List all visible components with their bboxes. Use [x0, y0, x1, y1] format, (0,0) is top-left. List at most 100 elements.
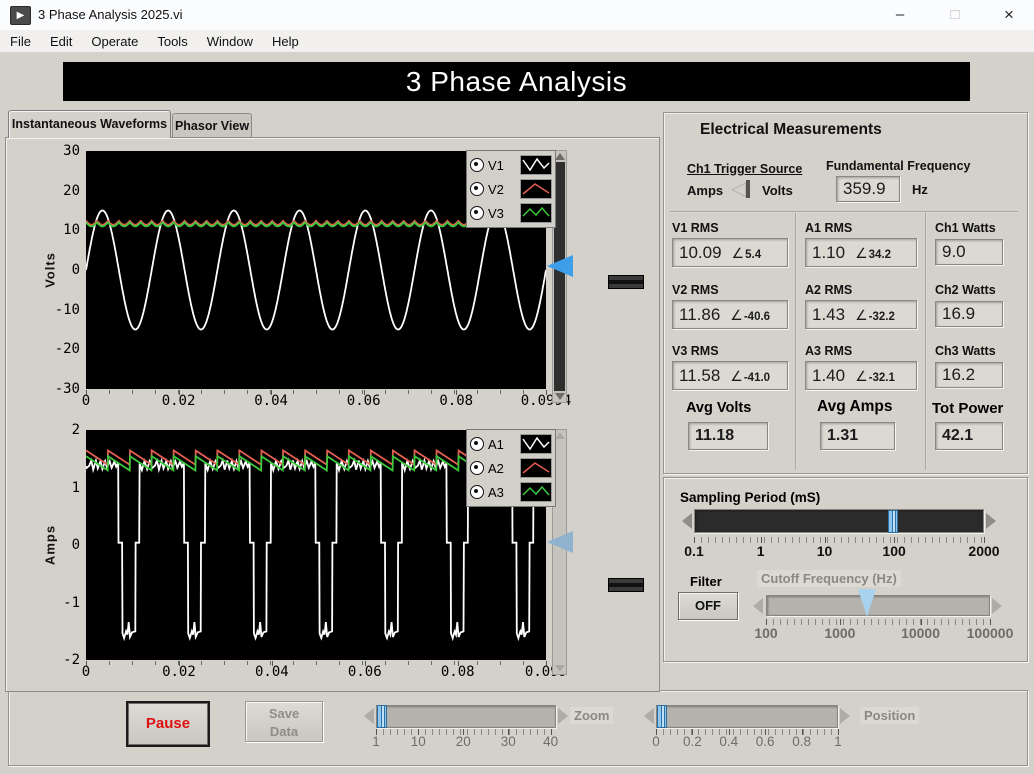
slider-tick-label: 100000	[966, 625, 1014, 641]
x-tick: 0.06	[347, 664, 382, 680]
menu-tools[interactable]: Tools	[157, 34, 187, 49]
slider-tick-label: 1	[834, 734, 842, 749]
slider-tick-label: 1000	[824, 625, 856, 641]
x-tick: 0.08	[439, 393, 474, 409]
y-tick: -2	[63, 652, 80, 668]
a3-rms-angle: ∠-32.1	[855, 368, 895, 384]
y-tick: -10	[54, 301, 80, 318]
cutoff-frequency-slider[interactable]	[766, 595, 990, 616]
v3-visibility-radio[interactable]	[470, 206, 484, 220]
angle-icon: ∠	[730, 307, 743, 323]
application-window: ▶ 3 Phase Analysis 2025.vi – □ × File Ed…	[0, 0, 1034, 774]
avg-volts-label: Avg Volts	[686, 400, 752, 416]
trigger-source-option-amps[interactable]: Amps	[687, 183, 723, 198]
legend-row-v3: V3	[470, 201, 552, 225]
menu-help[interactable]: Help	[272, 34, 299, 49]
slider-right-arrow-icon[interactable]	[558, 708, 568, 724]
window-title: 3 Phase Analysis 2025.vi	[38, 7, 183, 22]
a3-line-style-swatch[interactable]	[520, 482, 552, 502]
zoom-tick-labels: 1 10 20 30 40	[372, 734, 558, 750]
tab-instantaneous-waveforms[interactable]: Instantaneous Waveforms	[8, 110, 171, 138]
cutoff-frequency-pointer[interactable]	[857, 589, 876, 617]
y-tick: -20	[54, 341, 80, 358]
slider-tick-label: 2000	[968, 543, 1000, 559]
maximize-button[interactable]: □	[932, 0, 978, 30]
tab-phasor-view[interactable]: Phasor View	[172, 113, 252, 138]
slider-right-arrow-icon[interactable]	[986, 513, 996, 529]
v-trigger-level-cursor[interactable]	[547, 255, 573, 278]
pause-button[interactable]: Pause	[128, 703, 208, 745]
a2-rms-label: A2 RMS	[805, 283, 853, 297]
v2-visibility-radio[interactable]	[470, 182, 484, 196]
v1-rms-angle: ∠5.4	[731, 245, 762, 261]
x-tick: 0	[81, 664, 91, 680]
ch1-trigger-source-label: Ch1 Trigger Source	[687, 162, 803, 176]
menu-file[interactable]: File	[10, 34, 31, 49]
position-slider[interactable]	[656, 705, 838, 728]
switch-handle[interactable]	[746, 180, 751, 198]
close-button[interactable]: ×	[986, 0, 1032, 30]
filter-label: Filter	[690, 574, 722, 589]
slider-left-arrow-icon[interactable]	[364, 708, 374, 724]
a2-rms-magnitude: 1.43	[812, 304, 846, 324]
slider-tick-label: 20	[455, 734, 471, 749]
slider-left-arrow-icon[interactable]	[644, 708, 654, 724]
a2-line-style-swatch[interactable]	[520, 458, 552, 478]
zoom-slider-thumb[interactable]	[377, 705, 387, 728]
legend-row-a3: A3	[470, 480, 552, 504]
avg-amps-value: 1.31	[820, 422, 895, 450]
i-trigger-level-cursor[interactable]	[547, 531, 573, 554]
filter-off-button[interactable]: OFF	[678, 592, 738, 620]
measurements-title: Electrical Measurements	[700, 121, 882, 138]
scroll-down-icon[interactable]	[555, 393, 565, 400]
voltage-x-ticks: 0 0.02 0.04 0.06 0.08 0.0994	[82, 393, 572, 409]
zoom-slider[interactable]	[376, 705, 556, 728]
x-tick: 0.08	[440, 664, 475, 680]
angle-icon: ∠	[855, 307, 868, 323]
current-range-slider-thumb[interactable]	[608, 577, 644, 592]
slider-right-arrow-icon[interactable]	[992, 598, 1002, 614]
v1-line-style-swatch[interactable]	[520, 155, 552, 175]
v1-visibility-radio[interactable]	[470, 158, 484, 172]
scroll-up-icon[interactable]	[555, 432, 565, 439]
a1-line-style-swatch[interactable]	[520, 434, 552, 454]
slider-tick-label: 0.4	[719, 734, 739, 749]
a3-rms-value: 1.40 ∠-32.1	[805, 361, 917, 390]
slider-left-arrow-icon[interactable]	[753, 598, 763, 614]
voltage-legend: V1 V2 V3	[466, 150, 556, 228]
scroll-up-icon[interactable]	[555, 153, 565, 160]
save-data-button[interactable]: Save Data	[245, 701, 323, 742]
tot-power-value: 42.1	[935, 422, 1003, 450]
minimize-button[interactable]: –	[877, 0, 923, 30]
position-tick-labels: 0 0.2 0.4 0.6 0.8 1	[652, 734, 842, 750]
angle-icon: ∠	[730, 368, 743, 384]
v1-rms-value: 10.09 ∠5.4	[672, 238, 788, 267]
voltage-y-ticks: 30 20 10 0 -10 -20 -30	[38, 143, 82, 397]
slider-left-arrow-icon[interactable]	[682, 513, 692, 529]
menu-operate[interactable]: Operate	[91, 34, 138, 49]
sampling-period-slider[interactable]	[694, 509, 984, 533]
x-tick: 0	[81, 393, 91, 409]
trigger-source-switch[interactable]: ◁	[731, 179, 751, 200]
sampling-period-slider-thumb[interactable]	[887, 510, 898, 533]
legend-row-v2: V2	[470, 177, 552, 201]
sampling-tick-labels: 0.1 1 10 100 2000	[684, 543, 999, 559]
ch2-watts-value: 16.9	[935, 301, 1003, 327]
a1-visibility-radio[interactable]	[470, 437, 484, 451]
slider-tick-label: 10000	[901, 625, 941, 641]
current-legend: A1 A2 A3	[466, 429, 556, 507]
position-slider-thumb[interactable]	[657, 705, 667, 728]
y-tick: 10	[63, 222, 80, 239]
voltage-range-slider-thumb[interactable]	[608, 275, 644, 289]
a3-rms-label: A3 RMS	[805, 344, 853, 358]
a2-visibility-radio[interactable]	[470, 461, 484, 475]
trigger-source-option-volts[interactable]: Volts	[762, 183, 793, 198]
x-tick: 0.02	[162, 664, 196, 680]
v2-line-style-swatch[interactable]	[520, 179, 552, 199]
scroll-down-icon[interactable]	[555, 665, 565, 672]
a3-visibility-radio[interactable]	[470, 485, 484, 499]
menu-edit[interactable]: Edit	[50, 34, 72, 49]
slider-right-arrow-icon[interactable]	[840, 708, 850, 724]
v3-line-style-swatch[interactable]	[520, 203, 552, 223]
menu-window[interactable]: Window	[207, 34, 253, 49]
